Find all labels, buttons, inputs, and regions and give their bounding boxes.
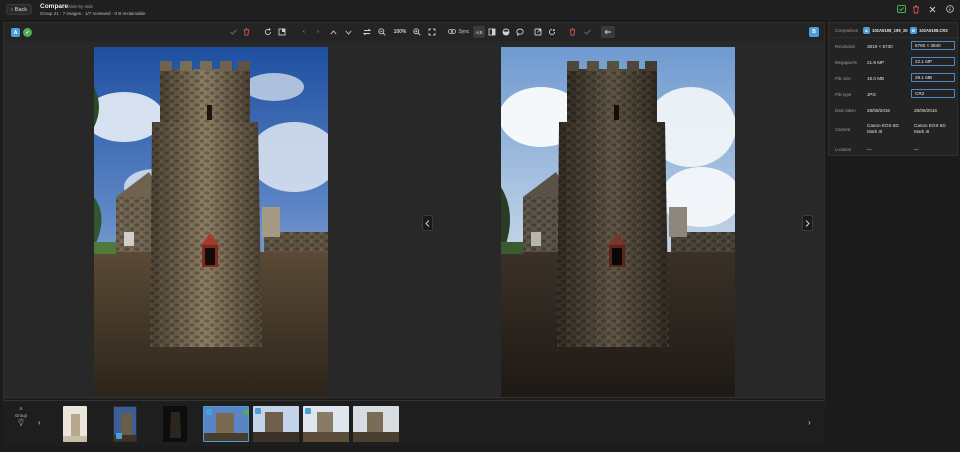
rotate-icon[interactable] <box>263 26 273 38</box>
page-title: Compare <box>40 3 69 10</box>
fit-screen-icon[interactable] <box>427 26 437 38</box>
group-summary: Group 21 · 7 images · 1/7 reviewed · 0 B… <box>40 11 146 16</box>
chevron-left-icon: ‹ <box>10 6 13 13</box>
link-icon <box>448 28 457 36</box>
filmstrip-prev-icon[interactable]: ‹ <box>38 418 41 427</box>
date-taken-a: 28/06/2016 <box>867 108 890 113</box>
keep-icon[interactable] <box>895 3 907 15</box>
image-b[interactable] <box>501 47 735 399</box>
resolution-b: 5760 × 3840 <box>911 41 955 50</box>
reject-icon[interactable] <box>241 26 251 38</box>
filmstrip-next-icon[interactable]: › <box>808 418 811 427</box>
layers-icon[interactable] <box>501 26 511 38</box>
date-taken-b: 28/06/2016 <box>914 108 937 113</box>
thumbnail[interactable] <box>353 406 399 442</box>
comment-icon[interactable] <box>515 26 525 38</box>
zoom-in-icon[interactable] <box>412 26 422 38</box>
megapixels-a: 21.9 MP <box>867 60 885 65</box>
previous-image-button[interactable] <box>422 215 433 231</box>
file-b-name: 102A5198.CR2 <box>919 28 948 33</box>
keep-check-icon[interactable] <box>228 26 238 38</box>
slot-b-badge: B <box>910 27 917 34</box>
zoom-level[interactable]: 100% <box>392 26 408 38</box>
thumbnail[interactable] <box>163 406 187 442</box>
crop-icon[interactable] <box>277 26 287 38</box>
group-navigator: ˄ Group (7) ˅ <box>15 407 27 429</box>
thumbnail-selected[interactable] <box>203 406 249 442</box>
divider <box>829 37 959 38</box>
slot-b-badge: B <box>809 27 819 37</box>
sync-toggle[interactable]: Sync <box>447 26 471 38</box>
sync-label: Sync <box>458 29 470 35</box>
file-size-a: 18.0 MB <box>867 76 885 81</box>
slot-a-badge: A <box>863 27 870 34</box>
file-type-a: JPG <box>867 92 876 97</box>
megapixels-b: 22.1 MP <box>911 57 955 66</box>
compare-toolbar: A ✓ ‹ › 100% Sync A|B B <box>4 23 824 41</box>
location-a: — <box>867 147 872 152</box>
chevron-left-icon[interactable]: ‹ <box>299 26 309 38</box>
thumbnail[interactable] <box>63 406 87 442</box>
export-icon[interactable] <box>533 26 543 38</box>
back-label: Back <box>14 6 28 13</box>
chevron-down-icon[interactable]: ˅ <box>15 423 27 429</box>
trash-icon[interactable] <box>567 26 577 38</box>
filmstrip-bar: ˄ Group (7) ˅ ‹ › <box>3 400 825 446</box>
title-bar: ‹ Back Compare Side-by-side Group 21 · 7… <box>0 0 960 20</box>
delete-icon[interactable] <box>910 3 922 15</box>
approve-icon[interactable] <box>582 26 592 38</box>
image-stage <box>4 41 824 419</box>
close-icon[interactable] <box>926 3 938 15</box>
camera-a: Canon EOS 5D Mark III <box>867 123 899 134</box>
next-image-button[interactable] <box>802 215 813 231</box>
file-size-b: 29.1 MB <box>911 73 955 82</box>
file-a-name: 102A5198_199_20 <box>872 28 908 33</box>
comparison-label: Comparison <box>835 28 859 33</box>
slot-a-badge: A <box>11 28 20 37</box>
undo-icon[interactable] <box>601 26 615 38</box>
resolution-a: 3819 × 5730 <box>867 44 893 49</box>
compare-view: A ✓ ‹ › 100% Sync A|B B <box>3 22 825 446</box>
location-label: Location <box>835 147 852 152</box>
image-a[interactable] <box>94 47 328 399</box>
file-size-label: File size <box>835 76 851 81</box>
file-type-label: File type <box>835 92 852 97</box>
camera-label: Camera <box>835 127 851 132</box>
refresh-icon[interactable] <box>547 26 557 38</box>
ab-toggle[interactable]: A|B <box>473 26 485 38</box>
location-b: — <box>914 147 919 152</box>
back-button[interactable]: ‹ Back <box>6 4 32 15</box>
camera-b: Canon EOS 5D Mark III <box>914 123 946 134</box>
chevron-down-icon[interactable] <box>343 26 353 38</box>
file-type-b: CR2 <box>911 89 955 98</box>
thumbnail[interactable] <box>253 406 299 442</box>
info-icon[interactable] <box>944 3 956 15</box>
thumbnail[interactable] <box>303 406 349 442</box>
view-mode-label: Side-by-side <box>68 4 94 9</box>
thumbnail[interactable] <box>113 406 137 442</box>
resolution-label: Resolution <box>835 44 856 49</box>
zoom-out-icon[interactable] <box>377 26 387 38</box>
chevron-up-icon[interactable] <box>328 26 338 38</box>
swap-icon[interactable] <box>362 26 372 38</box>
check-icon: ✓ <box>23 28 32 37</box>
comparison-panel: Comparison A 102A5198_199_20 B 102A5198.… <box>828 22 959 156</box>
date-taken-label: Date taken <box>835 108 856 113</box>
split-view-icon[interactable] <box>487 26 497 38</box>
chevron-right-icon[interactable]: › <box>313 26 323 38</box>
megapixels-label: Megapixels <box>835 60 857 65</box>
